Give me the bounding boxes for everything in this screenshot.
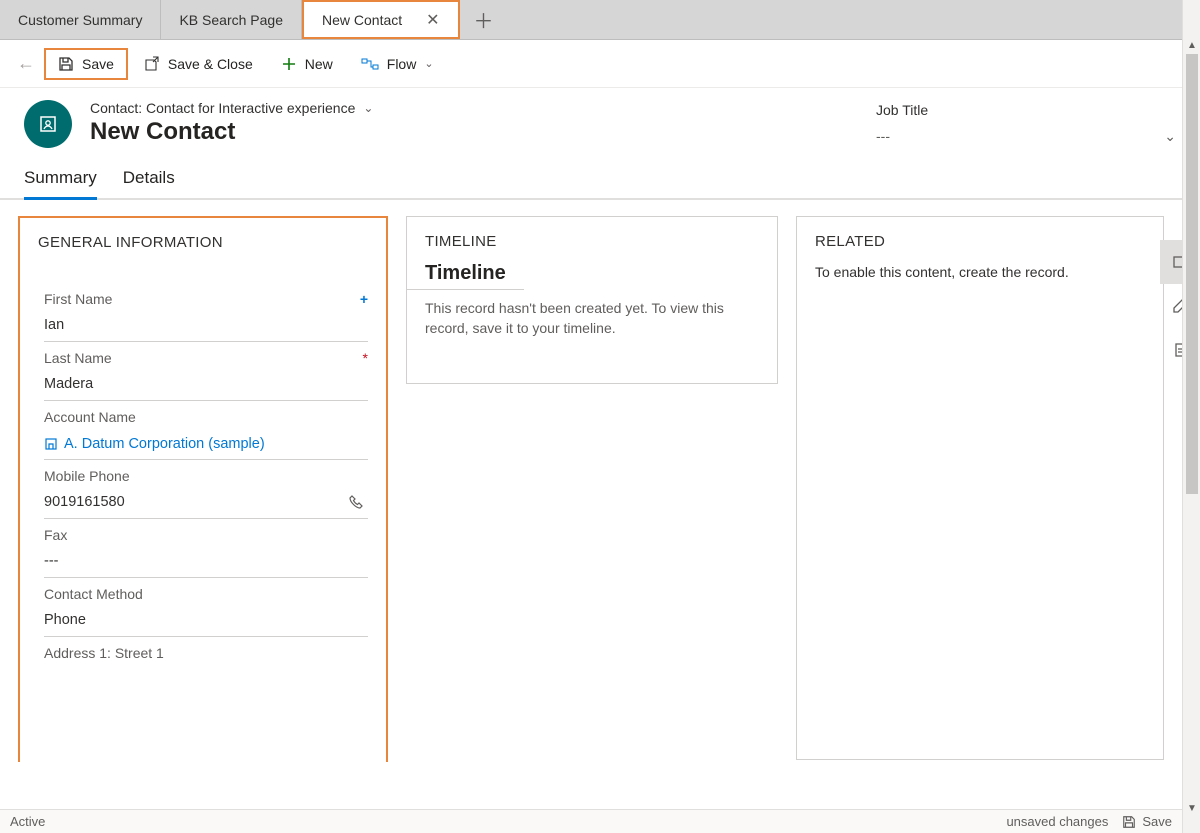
entity-badge bbox=[24, 100, 72, 148]
close-icon[interactable]: ✕ bbox=[426, 10, 439, 30]
add-tab-button[interactable]: ＋ bbox=[460, 0, 508, 39]
chevron-down-icon: ⌄ bbox=[363, 101, 373, 115]
field-account-name[interactable]: Account Name A. Datum Corporation (sampl… bbox=[44, 401, 368, 460]
command-bar: ← Save Save & Close New Flow ⌄ bbox=[0, 40, 1200, 88]
account-icon bbox=[44, 437, 58, 451]
unsaved-indicator: unsaved changes bbox=[1006, 814, 1108, 829]
field-value: Madera bbox=[44, 376, 368, 394]
field-label: Account Name bbox=[44, 409, 136, 425]
panel-heading: GENERAL INFORMATION bbox=[20, 218, 386, 255]
section-tabs: Summary Details bbox=[0, 152, 1200, 200]
save-close-icon bbox=[144, 56, 160, 72]
timeline-title: Timeline bbox=[407, 254, 524, 290]
panel-heading: TIMELINE bbox=[407, 217, 777, 254]
tab-label: New Contact bbox=[322, 12, 402, 28]
field-label: First Name bbox=[44, 291, 112, 307]
scroll-thumb[interactable] bbox=[1186, 54, 1198, 494]
field-last-name[interactable]: Last Name * Madera bbox=[44, 342, 368, 401]
save-icon bbox=[58, 56, 74, 72]
save-close-label: Save & Close bbox=[168, 56, 253, 72]
flow-button[interactable]: Flow ⌄ bbox=[349, 50, 446, 78]
field-label: Mobile Phone bbox=[44, 468, 130, 484]
field-label: Address 1: Street 1 bbox=[44, 645, 164, 661]
account-link[interactable]: A. Datum Corporation (sample) bbox=[64, 436, 265, 452]
field-label: Contact Method bbox=[44, 586, 143, 602]
chevron-down-icon: ⌄ bbox=[1164, 128, 1176, 145]
back-button[interactable]: ← bbox=[12, 50, 40, 78]
app-tabbar: Customer Summary KB Search Page New Cont… bbox=[0, 0, 1200, 40]
field-value: 9019161580 bbox=[44, 494, 368, 512]
field-contact-method[interactable]: Contact Method Phone bbox=[44, 578, 368, 637]
phone-icon[interactable] bbox=[348, 494, 364, 510]
record-header: Contact: Contact for Interactive experie… bbox=[0, 88, 1200, 152]
status-bar: Active unsaved changes Save bbox=[0, 809, 1182, 833]
field-label: Fax bbox=[44, 527, 67, 543]
field-value: --- bbox=[44, 553, 368, 571]
header-field-jobtitle[interactable]: Job Title ⌄ --- bbox=[876, 100, 1176, 145]
panel-related: RELATED To enable this content, create t… bbox=[796, 216, 1164, 760]
field-label: Last Name bbox=[44, 350, 112, 366]
field-fax[interactable]: Fax --- bbox=[44, 519, 368, 578]
tab-new-contact[interactable]: New Contact ✕ bbox=[302, 0, 460, 39]
tab-label: KB Search Page bbox=[179, 12, 283, 28]
panel-heading: RELATED bbox=[797, 217, 1163, 254]
form-selector-label: Contact: Contact for Interactive experie… bbox=[90, 100, 355, 116]
statusbar-save-button[interactable]: Save bbox=[1122, 814, 1172, 829]
tab-customer-summary[interactable]: Customer Summary bbox=[0, 0, 161, 39]
record-state: Active bbox=[10, 814, 45, 829]
statusbar-save-label: Save bbox=[1142, 814, 1172, 829]
new-button[interactable]: New bbox=[269, 50, 345, 78]
panel-timeline: TIMELINE Timeline This record hasn't bee… bbox=[406, 216, 778, 384]
field-value: A. Datum Corporation (sample) bbox=[44, 435, 368, 453]
flow-label: Flow bbox=[387, 56, 417, 72]
plus-icon bbox=[281, 56, 297, 72]
form-selector[interactable]: Contact: Contact for Interactive experie… bbox=[90, 100, 858, 116]
tab-kb-search[interactable]: KB Search Page bbox=[161, 0, 302, 39]
save-label: Save bbox=[82, 56, 114, 72]
vertical-scrollbar[interactable]: ▲ ▼ bbox=[1182, 0, 1200, 833]
field-value: Phone bbox=[44, 612, 368, 630]
tab-details[interactable]: Details bbox=[123, 168, 175, 198]
scroll-down-icon[interactable]: ▼ bbox=[1183, 799, 1200, 817]
field-address1-street1[interactable]: Address 1: Street 1 bbox=[44, 637, 368, 667]
tab-summary[interactable]: Summary bbox=[24, 168, 97, 198]
record-title: New Contact bbox=[90, 118, 858, 146]
header-field-label: Job Title bbox=[876, 102, 1176, 118]
new-label: New bbox=[305, 56, 333, 72]
tab-label: Customer Summary bbox=[18, 12, 142, 28]
required-indicator: * bbox=[363, 350, 368, 366]
scroll-up-icon[interactable]: ▲ bbox=[1183, 36, 1200, 54]
content-area: GENERAL INFORMATION First Name + Ian Las… bbox=[0, 200, 1200, 762]
save-button[interactable]: Save bbox=[44, 48, 128, 80]
field-mobile-phone[interactable]: Mobile Phone 9019161580 bbox=[44, 460, 368, 519]
chevron-down-icon: ⌄ bbox=[424, 57, 433, 70]
field-first-name[interactable]: First Name + Ian bbox=[44, 283, 368, 342]
header-field-value: --- bbox=[876, 128, 1176, 144]
field-value: Ian bbox=[44, 317, 368, 335]
timeline-message: This record hasn't been created yet. To … bbox=[407, 290, 777, 353]
panel-general-information: GENERAL INFORMATION First Name + Ian Las… bbox=[18, 216, 388, 762]
save-close-button[interactable]: Save & Close bbox=[132, 50, 265, 78]
flow-icon bbox=[361, 57, 379, 71]
related-message: To enable this content, create the recor… bbox=[797, 254, 1163, 290]
recommended-indicator: + bbox=[360, 291, 368, 307]
